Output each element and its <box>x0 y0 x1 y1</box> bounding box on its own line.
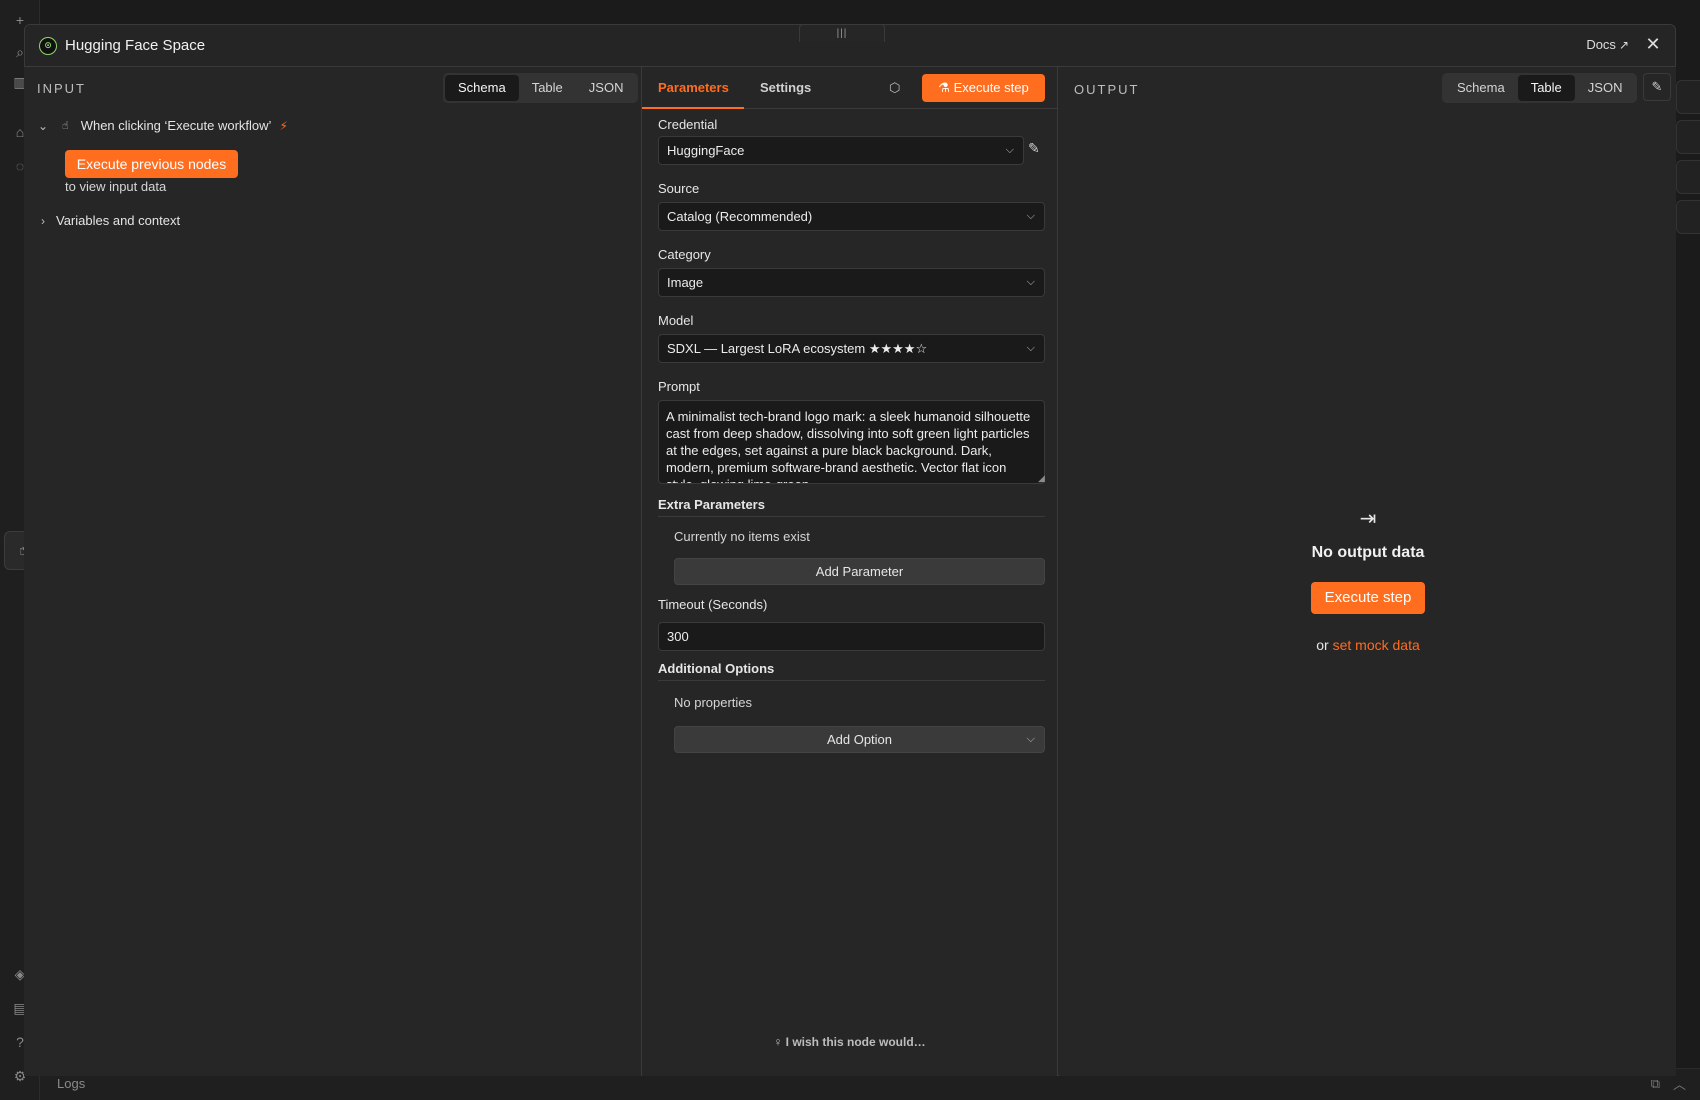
add-parameter-button[interactable]: Add Parameter <box>674 558 1045 585</box>
parameters-panel: Parameters Settings ⬡ ⚗ Execute step Cre… <box>641 67 1058 1076</box>
set-mock-data-link[interactable]: set mock data <box>1333 637 1420 653</box>
lightning-icon: ⚡ <box>279 118 288 133</box>
extra-parameters-empty-note: Currently no items exist <box>674 529 810 544</box>
chevron-down-icon: ⌵ <box>1026 733 1035 745</box>
additional-options-title: Additional Options <box>658 661 1045 681</box>
canvas-right-controls <box>1676 80 1700 250</box>
output-tab-table[interactable]: Table <box>1517 75 1575 101</box>
model-label: Model <box>658 313 694 328</box>
output-tab-schema[interactable]: Schema <box>1444 75 1518 101</box>
category-value: Image <box>667 275 704 290</box>
output-view-switcher: Schema Table JSON <box>1442 73 1638 103</box>
docs-link[interactable]: Docs ↗ <box>1586 37 1629 52</box>
tab-settings[interactable]: Settings <box>760 80 811 95</box>
input-tab-schema[interactable]: Schema <box>445 75 519 101</box>
timeout-label: Timeout (Seconds) <box>658 597 768 612</box>
trigger-node-row[interactable]: ⌄ ☝ When clicking ‘Execute workflow’ ⚡ <box>36 118 288 133</box>
prompt-label: Prompt <box>658 379 700 394</box>
output-tab-json[interactable]: JSON <box>1575 75 1636 101</box>
drag-handle[interactable]: ||| <box>799 24 885 42</box>
output-execute-step-button[interactable]: Execute step <box>1311 582 1425 614</box>
pointer-icon: ☝ <box>62 120 69 132</box>
credential-select[interactable]: HuggingFace ⌵ <box>658 136 1024 165</box>
canvas-control[interactable] <box>1676 200 1700 234</box>
close-icon[interactable]: ✕ <box>1643 34 1663 54</box>
canvas-control[interactable] <box>1676 80 1700 114</box>
hugging-face-node-icon: ⊙ <box>39 37 57 55</box>
execute-step-label: Execute step <box>953 80 1029 95</box>
prompt-textarea[interactable]: A minimalist tech-brand logo mark: a sle… <box>658 400 1045 484</box>
mock-data-hint: or set mock data <box>1268 637 1468 653</box>
extra-parameters-title: Extra Parameters <box>658 497 1045 517</box>
input-view-switcher: Schema Table JSON <box>443 73 639 103</box>
docs-label: Docs <box>1586 37 1616 52</box>
feedback-label: I wish this node would… <box>785 1035 926 1049</box>
model-select[interactable]: SDXL — Largest LoRA ecosystem ★★★★☆ ⌵ <box>658 334 1045 363</box>
edit-output-pencil-icon[interactable]: ✎ <box>1643 73 1671 101</box>
chevron-up-icon[interactable]: ︿ <box>1673 1074 1686 1093</box>
popout-icon[interactable]: ⧉ <box>1651 1076 1660 1092</box>
external-link-icon: ↗ <box>1618 38 1629 52</box>
active-tab-indicator <box>642 107 744 109</box>
chevron-down-icon: ⌵ <box>1026 342 1035 354</box>
chevron-right-icon[interactable]: › <box>36 214 50 228</box>
category-label: Category <box>658 247 711 262</box>
model-value: SDXL — Largest LoRA ecosystem ★★★★☆ <box>667 341 928 356</box>
variables-label: Variables and context <box>56 213 181 228</box>
source-value: Catalog (Recommended) <box>667 209 813 224</box>
params-tabbar: Parameters Settings ⬡ ⚗ Execute step <box>642 67 1057 109</box>
chevron-down-icon: ⌵ <box>1005 144 1014 156</box>
canvas-control[interactable] <box>1676 160 1700 194</box>
execute-previous-nodes-button[interactable]: Execute previous nodes <box>65 150 238 178</box>
credential-label: Credential <box>658 117 718 132</box>
no-output-title: No output data <box>1311 544 1425 561</box>
input-tab-json[interactable]: JSON <box>576 75 637 101</box>
resize-grip-icon[interactable]: ◢ <box>1038 473 1045 484</box>
additional-options-empty-note: No properties <box>674 695 753 710</box>
chevron-down-icon: ⌵ <box>1026 210 1035 222</box>
source-select[interactable]: Catalog (Recommended) ⌵ <box>658 202 1045 231</box>
input-heading: INPUT <box>37 81 86 96</box>
modal-title[interactable]: Hugging Face Space <box>65 37 205 54</box>
input-tab-table[interactable]: Table <box>519 75 576 101</box>
category-select[interactable]: Image ⌵ <box>658 268 1045 297</box>
trigger-label: When clicking ‘Execute workflow’ <box>80 118 272 133</box>
tab-parameters[interactable]: Parameters <box>658 80 729 95</box>
output-panel <box>1059 67 1676 1076</box>
add-option-label: Add Option <box>826 732 893 747</box>
cube-icon[interactable]: ⬡ <box>889 80 900 96</box>
timeout-input[interactable]: 300 <box>658 622 1045 651</box>
flask-icon: ⚗ <box>938 80 954 95</box>
credential-value: HuggingFace <box>667 143 745 158</box>
lightbulb-icon: ♀ <box>773 1035 786 1049</box>
or-label: or <box>1316 637 1329 653</box>
chevron-down-icon: ⌵ <box>1026 276 1035 288</box>
edit-credential-pencil-icon[interactable]: ✎ <box>1028 140 1040 157</box>
output-heading: OUTPUT <box>1074 82 1140 97</box>
execute-previous-hint: to view input data <box>65 179 167 194</box>
logs-label[interactable]: Logs <box>57 1076 85 1091</box>
feedback-link[interactable]: ♀ I wish this node would… <box>642 1035 1057 1049</box>
execute-step-button[interactable]: ⚗ Execute step <box>922 74 1045 102</box>
source-label: Source <box>658 181 700 196</box>
canvas-control[interactable] <box>1676 120 1700 154</box>
variables-context-row[interactable]: › Variables and context <box>36 213 180 228</box>
chevron-down-icon[interactable]: ⌄ <box>36 119 50 133</box>
add-option-button[interactable]: Add Option ⌵ <box>674 726 1045 753</box>
arrow-into-icon: ⇥ <box>1359 508 1377 530</box>
